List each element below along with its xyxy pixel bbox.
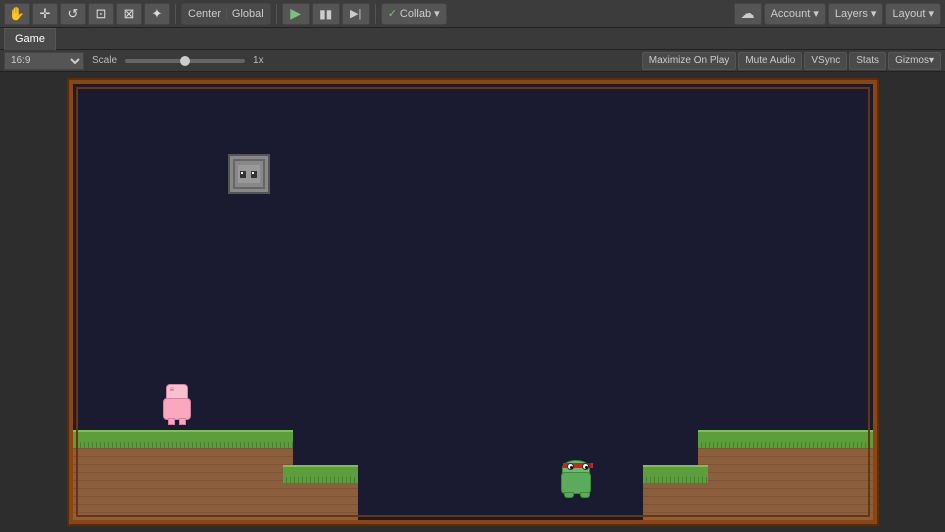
chest-left-eye	[240, 171, 246, 178]
game-viewport	[0, 72, 945, 532]
account-label: Account	[771, 8, 811, 20]
platform-left	[73, 430, 293, 520]
enemy-eyes	[567, 463, 589, 470]
global-option[interactable]: Global	[230, 8, 266, 20]
game-tab-label: Game	[15, 33, 45, 45]
play-button[interactable]: ▶	[282, 3, 310, 25]
enemy-right-eye	[582, 463, 589, 470]
enemy-right-leg	[580, 492, 590, 498]
game-controls-bar: 16:9 4:3 Free Aspect Scale 1x Maximize O…	[0, 50, 945, 72]
cloud-button[interactable]: ☁	[734, 3, 762, 25]
chest-right-eye	[251, 171, 257, 178]
player-body	[163, 398, 191, 420]
maximize-on-play-button[interactable]: Maximize On Play	[642, 52, 737, 70]
hand-tool-button[interactable]: ✋	[4, 3, 30, 25]
maximize-label: Maximize On Play	[649, 55, 730, 66]
move-tool-button[interactable]: ✛	[32, 3, 58, 25]
platform-right	[698, 430, 873, 520]
collab-check-icon: ✓	[388, 7, 397, 20]
stats-label: Stats	[856, 55, 879, 66]
scale-value: 1x	[253, 55, 264, 66]
pause-button[interactable]: ▮▮	[312, 3, 340, 25]
chest-face	[238, 165, 260, 183]
player-right-leg	[179, 418, 186, 425]
main-toolbar: ✋ ✛ ↺ ⊡ ⊠ ✦ Center | Global ▶ ▮▮ ▶| ✓ Co…	[0, 0, 945, 28]
collab-label: Collab	[400, 8, 431, 20]
platform-right-dirt	[698, 448, 873, 520]
resize-handle[interactable]	[861, 508, 873, 520]
rect-transform-button[interactable]: ⊡	[88, 3, 114, 25]
platform-left-grass	[73, 430, 293, 448]
stats-button[interactable]: Stats	[849, 52, 886, 70]
vsync-label: VSync	[811, 55, 840, 66]
game-canvas[interactable]	[69, 80, 877, 524]
pivot-group: Center | Global	[181, 3, 271, 25]
gizmos-button[interactable]: Gizmos ▾	[888, 52, 941, 70]
scale-slider[interactable]	[125, 59, 245, 63]
right-controls: Maximize On Play Mute Audio VSync Stats …	[642, 52, 941, 70]
player-left-leg	[168, 418, 175, 425]
center-option[interactable]: Center	[186, 8, 223, 20]
custom-editor-button[interactable]: ✦	[144, 3, 170, 25]
scale-thumb	[180, 56, 190, 66]
layers-arrow-icon: ▾	[871, 7, 877, 20]
enemy-left-leg	[564, 492, 574, 498]
enemy-character	[561, 472, 593, 502]
scale-label: Scale	[92, 55, 117, 66]
mute-audio-button[interactable]: Mute Audio	[738, 52, 802, 70]
enemy-left-eye	[567, 463, 574, 470]
platform-right-float	[643, 465, 708, 520]
chest-object	[228, 154, 270, 194]
chest-box	[228, 154, 270, 194]
layers-label: Layers	[835, 8, 868, 20]
layers-dropdown[interactable]: Layers ▾	[828, 3, 884, 25]
platform-left-dirt	[73, 448, 293, 520]
layout-arrow-icon: ▾	[928, 7, 934, 20]
enemy-body	[561, 472, 591, 494]
collab-arrow-icon: ▾	[434, 7, 440, 20]
gizmos-label: Gizmos	[895, 55, 929, 66]
platform-right-float-dirt	[643, 483, 708, 520]
platform-right-float-grass	[643, 465, 708, 483]
aspect-ratio-select[interactable]: 16:9 4:3 Free Aspect	[4, 52, 84, 70]
platform-left-float-dirt	[283, 483, 358, 520]
player-character	[163, 398, 191, 430]
enemy-legs	[564, 492, 590, 498]
separator-2	[276, 4, 277, 24]
platform-left-float-grass	[283, 465, 358, 483]
player-legs	[168, 418, 186, 425]
layout-dropdown[interactable]: Layout ▾	[885, 3, 941, 25]
rotate-tool-button[interactable]: ↺	[60, 3, 86, 25]
game-tab[interactable]: Game	[4, 28, 56, 50]
gizmos-arrow-icon: ▾	[929, 55, 934, 66]
account-arrow-icon: ▾	[813, 7, 819, 20]
separator-3	[375, 4, 376, 24]
mute-label: Mute Audio	[745, 55, 795, 66]
separator-1	[175, 4, 176, 24]
account-dropdown[interactable]: Account ▾	[764, 3, 826, 25]
game-tabbar: Game	[0, 28, 945, 50]
step-button[interactable]: ▶|	[342, 3, 370, 25]
platform-left-float	[283, 465, 358, 520]
platform-right-grass	[698, 430, 873, 448]
collab-dropdown[interactable]: ✓ Collab ▾	[381, 3, 447, 25]
layout-label: Layout	[892, 8, 925, 20]
vsync-button[interactable]: VSync	[804, 52, 847, 70]
scale-tool-button[interactable]: ⊠	[116, 3, 142, 25]
